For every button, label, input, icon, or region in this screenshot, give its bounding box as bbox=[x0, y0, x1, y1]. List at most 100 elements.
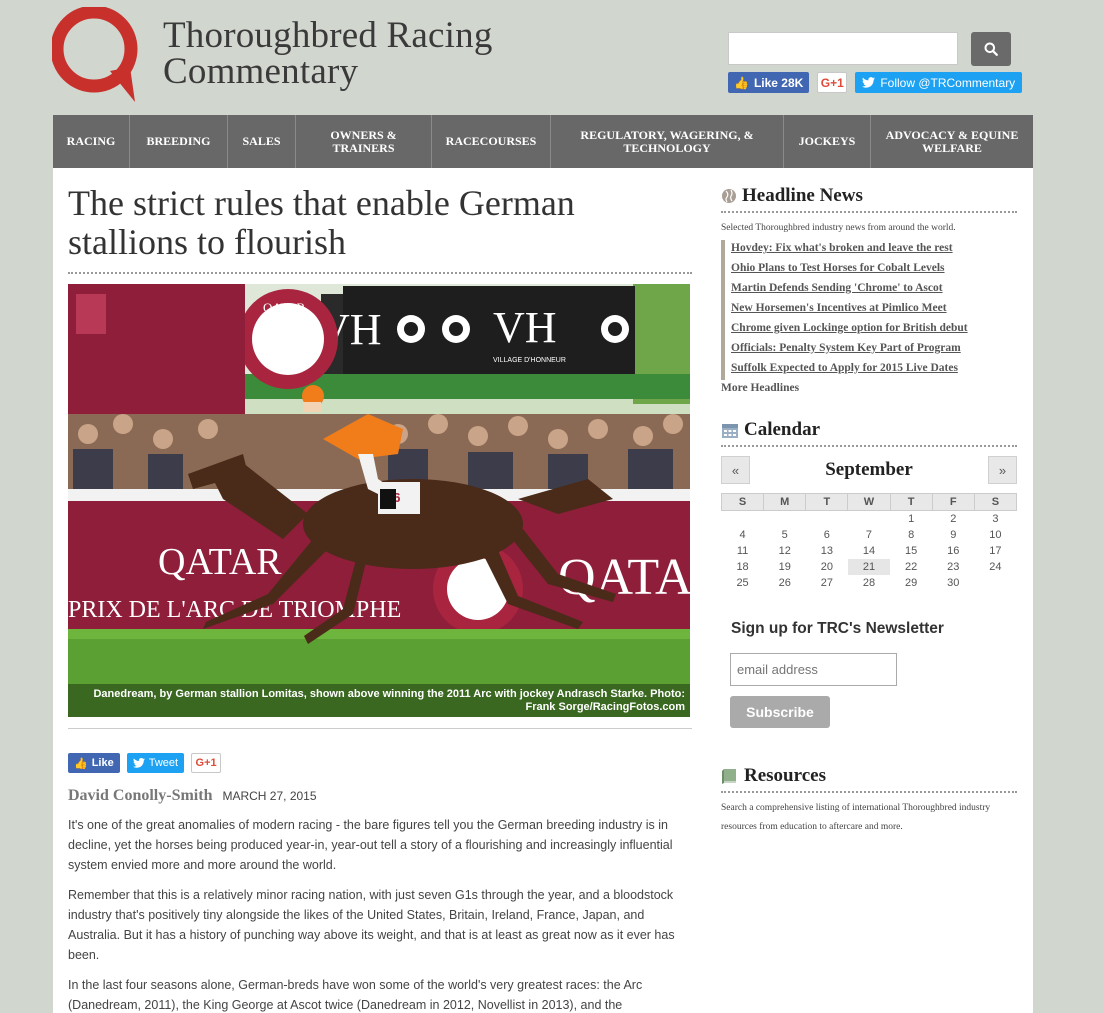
nav-racing[interactable]: Racing bbox=[53, 115, 130, 168]
calendar-day bbox=[722, 511, 764, 527]
calendar-prev-button[interactable]: « bbox=[721, 456, 750, 484]
calendar-day[interactable]: 7 bbox=[848, 527, 890, 543]
trc-logo[interactable] bbox=[52, 7, 138, 103]
calendar-day bbox=[806, 511, 848, 527]
nav-racecourses[interactable]: Racecourses bbox=[432, 115, 551, 168]
calendar-day[interactable]: 22 bbox=[890, 559, 932, 575]
calendar-day[interactable]: 14 bbox=[848, 543, 890, 559]
calendar-day[interactable]: 10 bbox=[974, 527, 1016, 543]
more-headlines-link[interactable]: More Headlines bbox=[721, 382, 1017, 394]
search-button[interactable] bbox=[971, 32, 1011, 66]
weekday-header: T bbox=[889, 493, 933, 511]
calendar-day[interactable]: 30 bbox=[932, 575, 974, 591]
calendar-day[interactable]: 11 bbox=[722, 543, 764, 559]
twitter-follow-button[interactable]: Follow @TRCommentary bbox=[855, 72, 1023, 93]
calendar-day[interactable]: 16 bbox=[932, 543, 974, 559]
calendar-day[interactable]: 25 bbox=[722, 575, 764, 591]
calendar-title: Calendar bbox=[744, 419, 820, 440]
nav-breeding[interactable]: Breeding bbox=[130, 115, 228, 168]
nav-advocacy[interactable]: Advocacy & Equine Welfare bbox=[871, 115, 1033, 168]
calendar-day[interactable]: 27 bbox=[806, 575, 848, 591]
share-twitter-button[interactable]: Tweet bbox=[126, 753, 185, 773]
search-icon bbox=[984, 42, 998, 56]
content-panel: The strict rules that enable German stal… bbox=[53, 168, 1033, 1013]
calendar-day[interactable]: 13 bbox=[806, 543, 848, 559]
google-plus-button[interactable]: G+1 bbox=[817, 72, 848, 93]
calendar-day[interactable]: 8 bbox=[890, 527, 932, 543]
share-buttons: 👍 Like Tweet G+1 bbox=[68, 753, 692, 773]
facebook-like-label: Like 28K bbox=[753, 75, 804, 90]
calendar-day[interactable]: 2 bbox=[932, 511, 974, 527]
weekday-header: S bbox=[720, 493, 765, 511]
weekday-header: T bbox=[805, 493, 849, 511]
calendar-day[interactable]: 26 bbox=[764, 575, 806, 591]
share-facebook-button[interactable]: 👍 Like bbox=[68, 753, 120, 773]
headline-link[interactable]: Martin Defends Sending 'Chrome' to Ascot bbox=[721, 280, 1017, 300]
nav-sales[interactable]: Sales bbox=[228, 115, 296, 168]
article: The strict rules that enable German stal… bbox=[68, 168, 692, 1013]
search-input[interactable] bbox=[728, 32, 958, 65]
calendar-day[interactable]: 1 bbox=[890, 511, 932, 527]
calendar-day-today[interactable]: 21 bbox=[847, 558, 891, 575]
calendar-day[interactable]: 6 bbox=[806, 527, 848, 543]
calendar-day[interactable]: 19 bbox=[764, 559, 806, 575]
newsletter-email-input[interactable] bbox=[730, 652, 897, 686]
calendar-day[interactable]: 29 bbox=[890, 575, 932, 591]
racehorse-photo: VH VH VILLAGE D'HONNEUR QATAR QATAR QATA… bbox=[68, 284, 690, 717]
calendar-day[interactable]: 3 bbox=[974, 511, 1016, 527]
subscribe-button[interactable]: Subscribe bbox=[730, 695, 830, 728]
article-paragraph: It's one of the great anomalies of moder… bbox=[68, 818, 673, 872]
author-name[interactable]: David Conolly-Smith bbox=[68, 787, 212, 805]
calendar-day bbox=[848, 511, 890, 527]
article-title: The strict rules that enable German stal… bbox=[68, 184, 692, 274]
calendar-day[interactable]: 4 bbox=[722, 527, 764, 543]
headline-link[interactable]: New Horsemen's Incentives at Pimlico Mee… bbox=[721, 300, 1017, 320]
calendar-day[interactable]: 20 bbox=[806, 559, 848, 575]
calendar-day[interactable]: 15 bbox=[890, 543, 932, 559]
qatar-sign-right: QATAR bbox=[558, 549, 690, 606]
nav-owners-trainers[interactable]: Owners & Trainers bbox=[296, 115, 432, 168]
calendar-month: September bbox=[825, 459, 913, 480]
calendar-day[interactable]: 28 bbox=[848, 575, 890, 591]
twitter-bird-icon bbox=[862, 77, 876, 88]
calendar-heading: Calendar bbox=[721, 419, 1017, 447]
thumbs-up-icon: 👍 bbox=[734, 75, 749, 90]
social-buttons: 👍 Like 28K G+1 Follow @TRCommentary bbox=[728, 72, 1023, 93]
calendar-day[interactable]: 5 bbox=[764, 527, 806, 543]
calendar-day[interactable]: 17 bbox=[974, 543, 1016, 559]
calendar-day bbox=[974, 575, 1016, 591]
calendar-day bbox=[764, 511, 806, 527]
headline-link[interactable]: Ohio Plans to Test Horses for Cobalt Lev… bbox=[721, 260, 1017, 280]
weekday-header: M bbox=[763, 493, 807, 511]
site-title-line2: Commentary bbox=[163, 51, 359, 92]
thumbs-up-icon: 👍 bbox=[74, 757, 88, 770]
village-sign: VILLAGE D'HONNEUR bbox=[493, 357, 566, 364]
site-title[interactable]: Thoroughbred Racing Commentary bbox=[163, 15, 493, 92]
calendar-day[interactable]: 24 bbox=[974, 559, 1016, 575]
headline-link[interactable]: Suffolk Expected to Apply for 2015 Live … bbox=[721, 360, 1017, 380]
headline-link[interactable]: Hovdey: Fix what's broken and leave the … bbox=[721, 240, 1017, 260]
share-google-plus-button[interactable]: G+1 bbox=[191, 753, 222, 773]
calendar-day[interactable]: 18 bbox=[722, 559, 764, 575]
nav-jockeys[interactable]: Jockeys bbox=[784, 115, 871, 168]
book-icon bbox=[722, 768, 736, 784]
calendar-day[interactable]: 9 bbox=[932, 527, 974, 543]
byline: David Conolly-Smith MARCH 27, 2015 bbox=[68, 787, 692, 805]
vh-sign: VH bbox=[493, 303, 557, 352]
calendar-header: « September » bbox=[721, 456, 1017, 484]
headline-news-description: Selected Thoroughbred industry news from… bbox=[721, 223, 956, 233]
headline-link[interactable]: Chrome given Lockinge option for British… bbox=[721, 320, 1017, 340]
calendar-next-button[interactable]: » bbox=[988, 456, 1017, 484]
calendar-day[interactable]: 12 bbox=[764, 543, 806, 559]
weekday-header: S bbox=[973, 493, 1018, 511]
site-title-line1: Thoroughbred Racing bbox=[163, 15, 493, 56]
facebook-like-button[interactable]: 👍 Like 28K bbox=[728, 72, 810, 93]
calendar-day[interactable]: 23 bbox=[932, 559, 974, 575]
nav-regulatory[interactable]: Regulatory, Wagering, & Technology bbox=[551, 115, 784, 168]
weekday-header: F bbox=[931, 493, 975, 511]
headline-link[interactable]: Officials: Penalty System Key Part of Pr… bbox=[721, 340, 1017, 360]
calendar-icon bbox=[722, 423, 738, 438]
share-facebook-label: Like bbox=[91, 757, 114, 769]
twitter-bird-icon bbox=[132, 758, 145, 768]
resources-description: Search a comprehensive listing of intern… bbox=[721, 802, 991, 832]
